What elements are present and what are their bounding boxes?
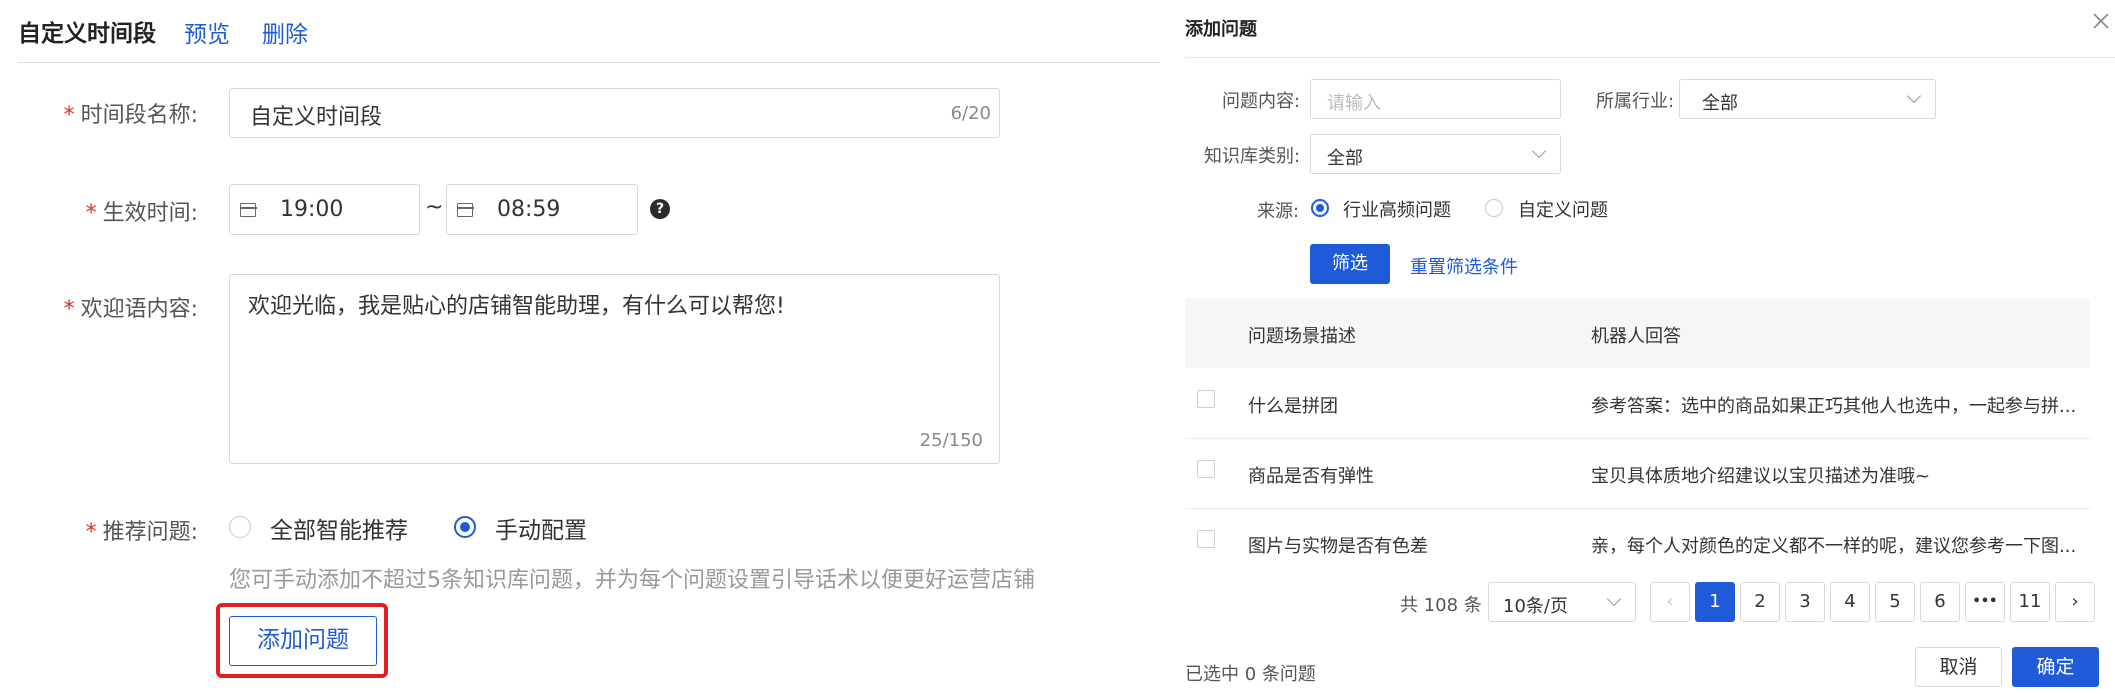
hint-text: 您可手动添加不超过5条知识库问题，并为每个问题设置引导话术以便更好运营店铺: [229, 568, 1035, 593]
welcome-label-row: * 欢迎语内容:: [20, 291, 198, 323]
question-content-placeholder: 请输入: [1327, 93, 1381, 114]
source-custom-label[interactable]: 自定义问题: [1518, 196, 1608, 222]
row-answer: 亲，每个人对颜色的定义都不一样的呢，建议您参考一下图...: [1591, 536, 2077, 557]
more-pages-button[interactable]: •••: [1965, 582, 2005, 622]
prev-page-button[interactable]: ‹: [1650, 582, 1690, 622]
reset-filter-link[interactable]: 重置筛选条件: [1410, 253, 1518, 279]
welcome-text-value: 欢迎光临，我是贴心的店铺智能助理，有什么可以帮您!: [248, 294, 785, 319]
preview-link[interactable]: 预览: [184, 15, 230, 49]
end-time-value: 08:59: [497, 197, 561, 222]
required-mark: *: [85, 201, 97, 226]
industry-label: 所属行业:: [1596, 91, 1675, 112]
required-mark: *: [63, 297, 75, 322]
recommend-label-row: * 推荐问题:: [20, 514, 198, 546]
industry-select[interactable]: 全部: [1679, 79, 1936, 119]
page-button[interactable]: 5: [1875, 582, 1915, 622]
confirm-button[interactable]: 确定: [2012, 647, 2099, 687]
page-size-value: 10条/页: [1503, 596, 1568, 617]
page-button[interactable]: 6: [1920, 582, 1960, 622]
row-scene: 商品是否有弹性: [1248, 466, 1374, 487]
add-question-button[interactable]: 添加问题: [229, 616, 377, 666]
page-title: 自定义时间段: [18, 21, 156, 47]
row-checkbox[interactable]: [1197, 530, 1215, 548]
kb-category-value: 全部: [1327, 148, 1363, 169]
calendar-icon: [457, 201, 474, 217]
radio-manual[interactable]: [454, 516, 476, 538]
total-count: 共 108 条: [1400, 595, 1482, 616]
source-industry-freq-label[interactable]: 行业高频问题: [1343, 196, 1451, 222]
industry-select-value: 全部: [1702, 93, 1738, 114]
name-label-row: * 时间段名称:: [20, 97, 198, 129]
name-char-count: 6/20: [950, 103, 991, 124]
help-icon[interactable]: ?: [650, 199, 670, 219]
kb-category-label: 知识库类别:: [1204, 146, 1301, 167]
end-time-picker[interactable]: 08:59: [446, 184, 638, 235]
page-button[interactable]: 4: [1830, 582, 1870, 622]
question-content-label: 问题内容:: [1222, 91, 1301, 112]
row-checkbox[interactable]: [1197, 390, 1215, 408]
welcome-label: 欢迎语内容:: [80, 297, 198, 322]
radio-industry-freq[interactable]: [1311, 199, 1329, 217]
row-scene: 图片与实物是否有色差: [1248, 536, 1428, 557]
chevron-down-icon: [1906, 88, 1922, 104]
name-label: 时间段名称:: [80, 103, 198, 128]
radio-custom-question[interactable]: [1485, 199, 1503, 217]
column-scene-header: 问题场景描述: [1248, 326, 1356, 347]
question-content-input[interactable]: 请输入: [1310, 79, 1561, 119]
page-button[interactable]: 1: [1695, 582, 1735, 622]
name-input-value: 自定义时间段: [250, 105, 383, 130]
welcome-textarea[interactable]: 欢迎光临，我是贴心的店铺智能助理，有什么可以帮您! 25/150: [229, 274, 1000, 464]
page-button[interactable]: 3: [1785, 582, 1825, 622]
time-label: 生效时间:: [102, 201, 198, 226]
source-label: 来源:: [1257, 201, 1300, 222]
delete-link[interactable]: 删除: [262, 15, 308, 49]
dialog-header-divider: [1185, 57, 2115, 58]
row-divider: [1185, 438, 2090, 439]
row-checkbox[interactable]: [1197, 460, 1215, 478]
selected-count: 已选中 0 条问题: [1185, 664, 1316, 685]
close-icon[interactable]: [2090, 10, 2112, 32]
start-time-value: 19:00: [280, 197, 344, 222]
option-manual-label[interactable]: 手动配置: [495, 511, 587, 545]
required-mark: *: [63, 103, 75, 128]
start-time-picker[interactable]: 19:00: [229, 184, 420, 235]
dialog-title: 添加问题: [1185, 19, 1257, 40]
calendar-icon: [240, 201, 257, 217]
required-mark: *: [85, 520, 97, 545]
recommend-label: 推荐问题:: [102, 520, 198, 545]
radio-all-smart[interactable]: [229, 516, 251, 538]
table-header: 问题场景描述 机器人回答: [1185, 298, 2090, 368]
option-all-smart-label[interactable]: 全部智能推荐: [270, 511, 408, 545]
row-answer: 参考答案：选中的商品如果正巧其他人也选中，一起参与拼...: [1591, 396, 2077, 417]
chevron-down-icon: [1531, 143, 1547, 159]
time-label-row: * 生效时间:: [20, 195, 198, 227]
header-divider: [18, 62, 1160, 63]
row-answer: 宝贝具体质地介绍建议以宝贝描述为准哦~: [1591, 466, 1931, 487]
chevron-down-icon: [1606, 591, 1622, 607]
filter-button[interactable]: 筛选: [1310, 244, 1390, 284]
row-divider: [1185, 508, 2090, 509]
kb-category-select[interactable]: 全部: [1310, 134, 1561, 174]
time-separator: ~: [425, 195, 444, 220]
name-input[interactable]: 自定义时间段 6/20: [229, 88, 1000, 138]
page-button[interactable]: 2: [1740, 582, 1780, 622]
row-scene: 什么是拼团: [1248, 396, 1338, 417]
welcome-char-count: 25/150: [919, 430, 983, 451]
cancel-button[interactable]: 取消: [1915, 647, 2002, 687]
next-page-button[interactable]: ›: [2055, 582, 2095, 622]
column-answer-header: 机器人回答: [1591, 326, 1681, 347]
page-size-select[interactable]: 10条/页: [1488, 582, 1636, 622]
page-button[interactable]: 11: [2010, 582, 2050, 622]
